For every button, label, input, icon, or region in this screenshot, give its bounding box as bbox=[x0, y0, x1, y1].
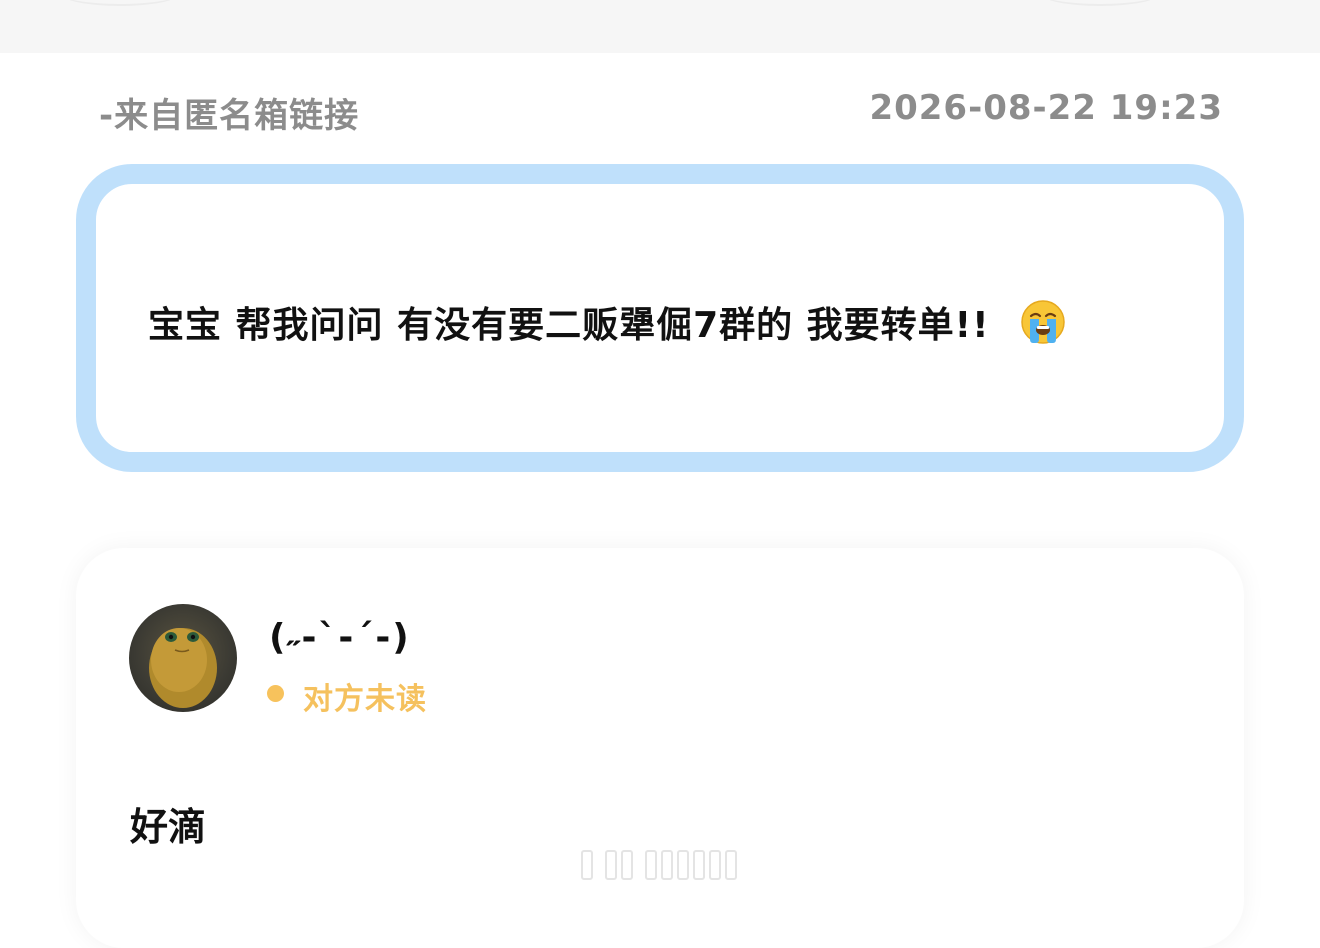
question-card: 宝宝 帮我问问 有没有要二贩犟倔7群的 我要转单!! bbox=[76, 164, 1244, 472]
read-status: 对方未读 bbox=[303, 682, 427, 717]
nickname: (˶‐`‐´‐) bbox=[269, 617, 411, 658]
top-curve-right bbox=[1040, 0, 1160, 6]
avatar[interactable] bbox=[129, 604, 237, 712]
crying-face-icon bbox=[1020, 299, 1066, 345]
reply-card: (˶‐`‐´‐) 对方未读 好滴 bbox=[76, 548, 1244, 948]
top-curve-left bbox=[60, 0, 180, 6]
question-text: 宝宝 帮我问问 有没有要二贩犟倔7群的 我要转单!! bbox=[148, 305, 990, 346]
question-text-row: 宝宝 帮我问问 有没有要二贩犟倔7群的 我要转单!! bbox=[148, 296, 1066, 348]
reply-text: 好滴 bbox=[130, 805, 207, 849]
source-label: -来自匿名箱链接 bbox=[99, 96, 360, 136]
top-band bbox=[0, 0, 1320, 53]
watermark-logo bbox=[581, 850, 756, 880]
status-dot-icon bbox=[267, 685, 284, 702]
message-meta: -来自匿名箱链接 2026-08-22 19:23 bbox=[99, 88, 1223, 136]
timestamp: 2026-08-22 19:23 bbox=[869, 88, 1223, 128]
